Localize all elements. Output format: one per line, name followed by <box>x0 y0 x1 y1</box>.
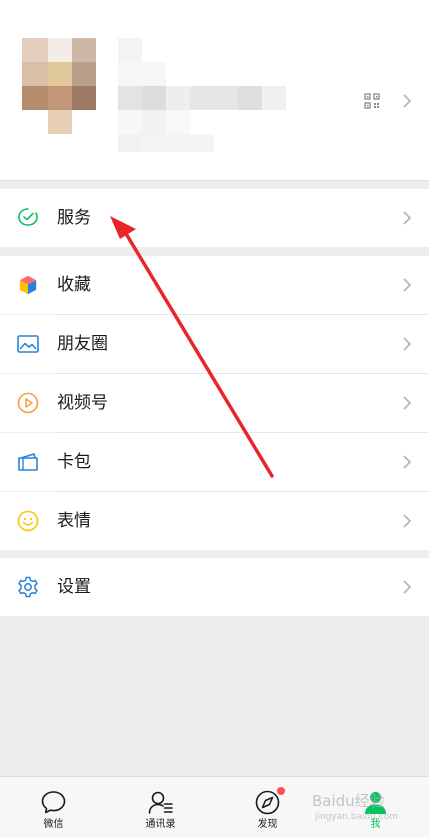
chevron-right-icon <box>402 454 412 470</box>
tab-chats[interactable]: 微信 <box>0 777 107 837</box>
chevron-right-icon <box>402 579 412 595</box>
chat-bubble-icon <box>40 789 67 816</box>
channels-play-icon <box>16 391 40 415</box>
services-label: 服务 <box>57 208 91 228</box>
settings-gear-icon <box>16 575 40 599</box>
menu-item-channels[interactable]: 视频号 <box>0 374 429 432</box>
menu-item-settings[interactable]: 设置 <box>0 558 429 616</box>
settings-label: 设置 <box>57 577 91 597</box>
sticker-smile-icon <box>16 509 40 533</box>
favorites-label: 收藏 <box>57 275 91 295</box>
profile-header[interactable] <box>0 0 429 181</box>
stickers-label: 表情 <box>57 511 91 531</box>
chevron-right-icon <box>402 513 412 529</box>
menu-item-services[interactable]: 服务 <box>0 189 429 247</box>
services-icon <box>16 206 40 230</box>
channels-label: 视频号 <box>57 393 108 413</box>
tab-contacts[interactable]: 通讯录 <box>107 777 214 837</box>
chevron-right-icon <box>402 395 412 411</box>
menu-item-stickers[interactable]: 表情 <box>0 492 429 550</box>
tab-label: 发现 <box>257 819 278 830</box>
chevron-right-icon <box>402 336 412 352</box>
favorites-cube-icon <box>16 273 40 297</box>
chevron-right-icon <box>402 93 412 109</box>
moments-image-icon <box>16 332 40 356</box>
tab-label: 通讯录 <box>145 819 176 830</box>
chevron-right-icon <box>402 210 412 226</box>
contacts-icon <box>147 789 174 816</box>
avatar[interactable] <box>22 38 96 134</box>
menu-item-favorites[interactable]: 收藏 <box>0 256 429 314</box>
menu-item-card-wallet[interactable]: 卡包 <box>0 433 429 491</box>
qr-code-icon[interactable] <box>364 93 380 109</box>
card-wallet-icon <box>16 450 40 474</box>
user-name-blurred <box>118 38 293 153</box>
watermark-url: jingyan.baidu.com <box>315 812 399 822</box>
watermark-logo: Baidu经验 <box>312 792 385 810</box>
moments-label: 朋友圈 <box>57 334 108 354</box>
menu-item-moments[interactable]: 朋友圈 <box>0 315 429 373</box>
tab-discover[interactable]: 发现 <box>214 777 321 837</box>
notification-dot <box>277 787 285 795</box>
chevron-right-icon <box>402 277 412 293</box>
tab-label: 微信 <box>43 819 64 830</box>
card-wallet-label: 卡包 <box>57 452 91 472</box>
